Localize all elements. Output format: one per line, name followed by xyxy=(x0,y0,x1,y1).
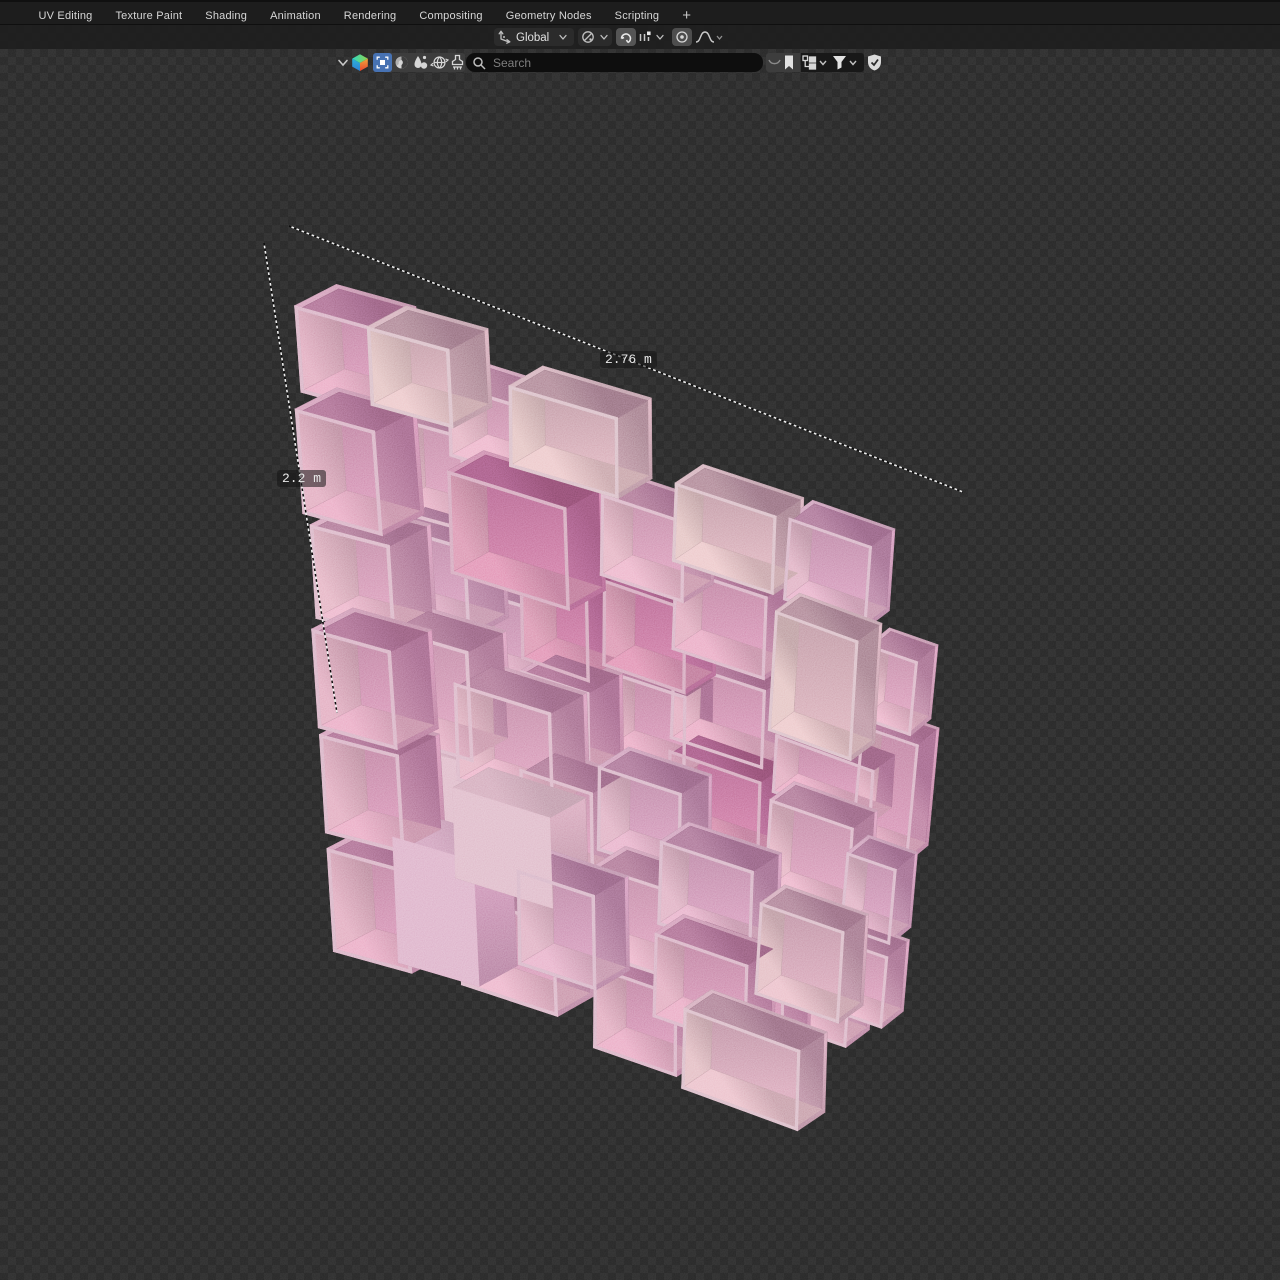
svg-text:Global: Global xyxy=(516,32,549,44)
